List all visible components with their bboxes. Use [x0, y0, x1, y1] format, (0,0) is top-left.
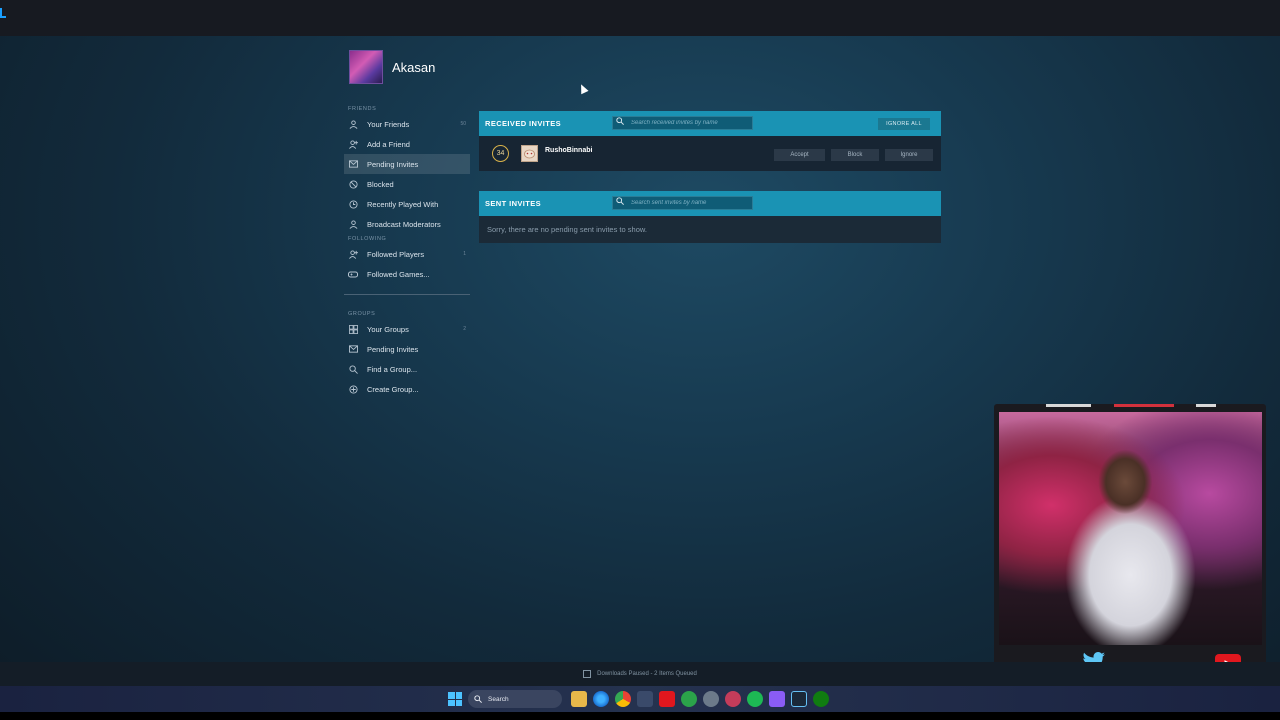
sidebar-item-add-friend[interactable]: Add a Friend: [344, 134, 470, 154]
app-icon[interactable]: [725, 691, 741, 707]
groups-count: 2: [463, 326, 466, 332]
profile-avatar[interactable]: [349, 50, 383, 84]
spotify-icon[interactable]: [747, 691, 763, 707]
sidebar-item-label: Followed Players: [367, 249, 425, 259]
webcam-top-bars: [1046, 404, 1216, 408]
sidebar: FRIENDS Your Friends 50 Add a Friend Pen…: [344, 104, 470, 399]
sidebar-item-find-group[interactable]: Find a Group...: [344, 359, 470, 379]
sidebar-item-label: Your Friends: [367, 119, 410, 129]
clock-icon: [348, 199, 358, 209]
groups-section-header: GROUPS: [348, 311, 376, 317]
store-icon[interactable]: [637, 691, 653, 707]
edge-browser-icon[interactable]: [593, 691, 609, 707]
sidebar-item-create-group[interactable]: Create Group...: [344, 379, 470, 399]
received-invites-title: RECEIVED INVITES: [485, 119, 561, 128]
taskbar-search-label: Search: [488, 695, 509, 703]
friends-section-header: FRIENDS: [348, 106, 377, 112]
search-icon: [348, 364, 358, 374]
sidebar-item-label: Pending Invites: [367, 159, 419, 169]
chrome-icon[interactable]: [615, 691, 631, 707]
sidebar-item-followed-games[interactable]: Followed Games...: [344, 264, 470, 284]
webcam-overlay: ▶: [994, 404, 1266, 674]
sent-invites-header: SENT INVITES: [479, 191, 941, 216]
ignore-all-button[interactable]: IGNORE ALL: [878, 118, 930, 130]
webcam-video: [999, 412, 1262, 645]
blocked-icon: [348, 179, 358, 189]
profile-header: Akasan: [349, 50, 435, 84]
gamepad-icon: [348, 269, 358, 279]
sidebar-item-label: Create Group...: [367, 384, 419, 394]
sidebar-item-pending-invites[interactable]: Pending Invites: [344, 154, 470, 174]
plus-circle-icon: [348, 384, 358, 394]
received-search-input[interactable]: [631, 120, 746, 126]
person-icon: [348, 119, 358, 129]
sidebar-item-label: Followed Games...: [367, 269, 430, 279]
taskbar-search[interactable]: Search: [468, 690, 562, 708]
settings-gear-icon[interactable]: [703, 691, 719, 707]
friends-count: 50: [460, 121, 466, 127]
person-icon: [348, 219, 358, 229]
sent-empty-message: Sorry, there are no pending sent invites…: [479, 216, 941, 243]
sidebar-item-recently-played[interactable]: Recently Played With: [344, 194, 470, 214]
add-person-icon: [348, 139, 358, 149]
sent-search-box[interactable]: [612, 196, 753, 210]
windows-start-icon[interactable]: [448, 692, 462, 706]
received-search-box[interactable]: [612, 116, 753, 130]
download-icon: [583, 670, 592, 678]
steam-icon[interactable]: [791, 691, 807, 707]
add-person-icon: [348, 249, 358, 259]
sidebar-item-group-pending-invites[interactable]: Pending Invites: [344, 339, 470, 359]
groups-icon: [348, 324, 358, 334]
status-bar: Downloads Paused - 2 Items Queued: [0, 662, 1280, 686]
invite-name[interactable]: RushoBinnabi: [545, 147, 592, 154]
followed-players-count: 1: [463, 251, 466, 257]
accept-button[interactable]: Accept: [774, 149, 825, 161]
search-icon: [616, 196, 628, 210]
top-bar: [0, 0, 1280, 36]
sidebar-item-label: Your Groups: [367, 324, 409, 334]
invite-avatar[interactable]: [521, 145, 538, 162]
youtube-app-icon[interactable]: [659, 691, 675, 707]
twitch-icon[interactable]: [769, 691, 785, 707]
downloads-status[interactable]: Downloads Paused - 2 Items Queued: [583, 670, 697, 678]
block-button[interactable]: Block: [831, 149, 879, 161]
following-section-header: FOLLOWING: [348, 236, 387, 242]
sidebar-item-label: Pending Invites: [367, 344, 419, 354]
downloads-status-text: Downloads Paused - 2 Items Queued: [597, 671, 697, 677]
file-explorer-icon[interactable]: [571, 691, 587, 707]
sidebar-divider: [344, 294, 470, 295]
invite-row: 34 RushoBinnabi Accept Block Ignore: [479, 136, 941, 171]
received-invites-panel: RECEIVED INVITES IGNORE ALL 34 RushoBinn…: [479, 111, 941, 171]
sidebar-item-broadcast-moderators[interactable]: Broadcast Moderators: [344, 214, 470, 234]
sidebar-item-followed-players[interactable]: Followed Players 1: [344, 244, 470, 264]
windows-taskbar: Search: [0, 686, 1280, 712]
profile-name[interactable]: Akasan: [392, 60, 435, 75]
search-icon: [616, 116, 628, 130]
sent-invites-panel: SENT INVITES Sorry, there are no pending…: [479, 191, 941, 243]
sidebar-item-blocked[interactable]: Blocked: [344, 174, 470, 194]
sidebar-item-label: Add a Friend: [367, 139, 410, 149]
sent-search-input[interactable]: [631, 200, 746, 206]
received-invites-header: RECEIVED INVITES IGNORE ALL: [479, 111, 941, 136]
search-icon: [474, 695, 482, 703]
ignore-button[interactable]: Ignore: [885, 149, 933, 161]
sidebar-item-label: Recently Played With: [367, 199, 439, 209]
level-badge: 34: [492, 145, 509, 162]
sidebar-item-your-groups[interactable]: Your Groups 2: [344, 319, 470, 339]
xbox-app-icon[interactable]: [813, 691, 829, 707]
bottom-strip: [0, 712, 1280, 720]
mouse-cursor-icon: [577, 82, 589, 95]
sidebar-item-label: Broadcast Moderators: [367, 219, 441, 229]
envelope-icon: [348, 344, 358, 354]
steam-corner-icon: [0, 8, 6, 18]
sidebar-item-label: Blocked: [367, 179, 394, 189]
sent-invites-title: SENT INVITES: [485, 199, 542, 208]
envelope-icon: [348, 159, 358, 169]
sidebar-item-label: Find a Group...: [367, 364, 418, 374]
xbox-icon[interactable]: [681, 691, 697, 707]
sidebar-item-your-friends[interactable]: Your Friends 50: [344, 114, 470, 134]
